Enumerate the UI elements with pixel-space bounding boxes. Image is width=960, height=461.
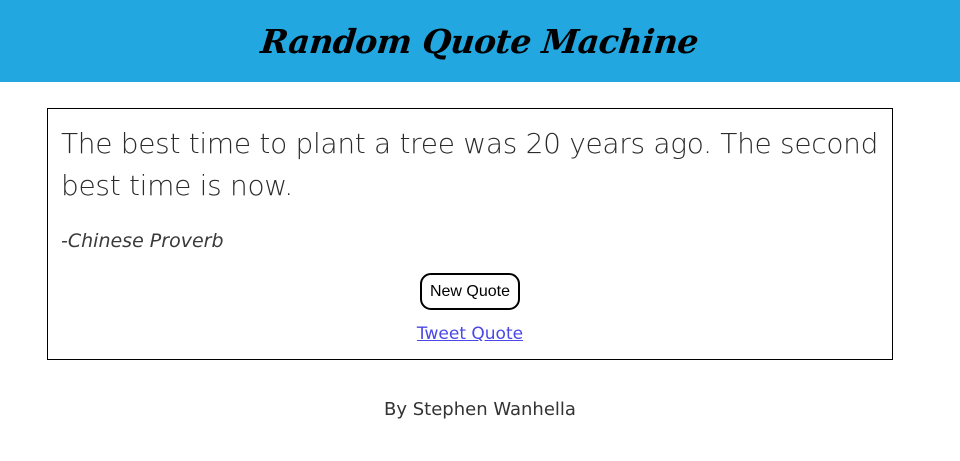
quote-text: The best time to plant a tree was 20 yea…: [61, 127, 879, 202]
page-header: Random Quote Machine: [0, 0, 960, 82]
page-title: Random Quote Machine: [259, 21, 701, 61]
footer-credit: By Stephen Wanhella: [384, 399, 576, 420]
new-quote-button[interactable]: New Quote: [420, 273, 520, 310]
tweet-quote-link[interactable]: Tweet Quote: [48, 324, 892, 344]
quote-author: -Chinese Proverb: [61, 230, 224, 252]
quote-box: The best time to plant a tree was 20 yea…: [47, 108, 893, 360]
